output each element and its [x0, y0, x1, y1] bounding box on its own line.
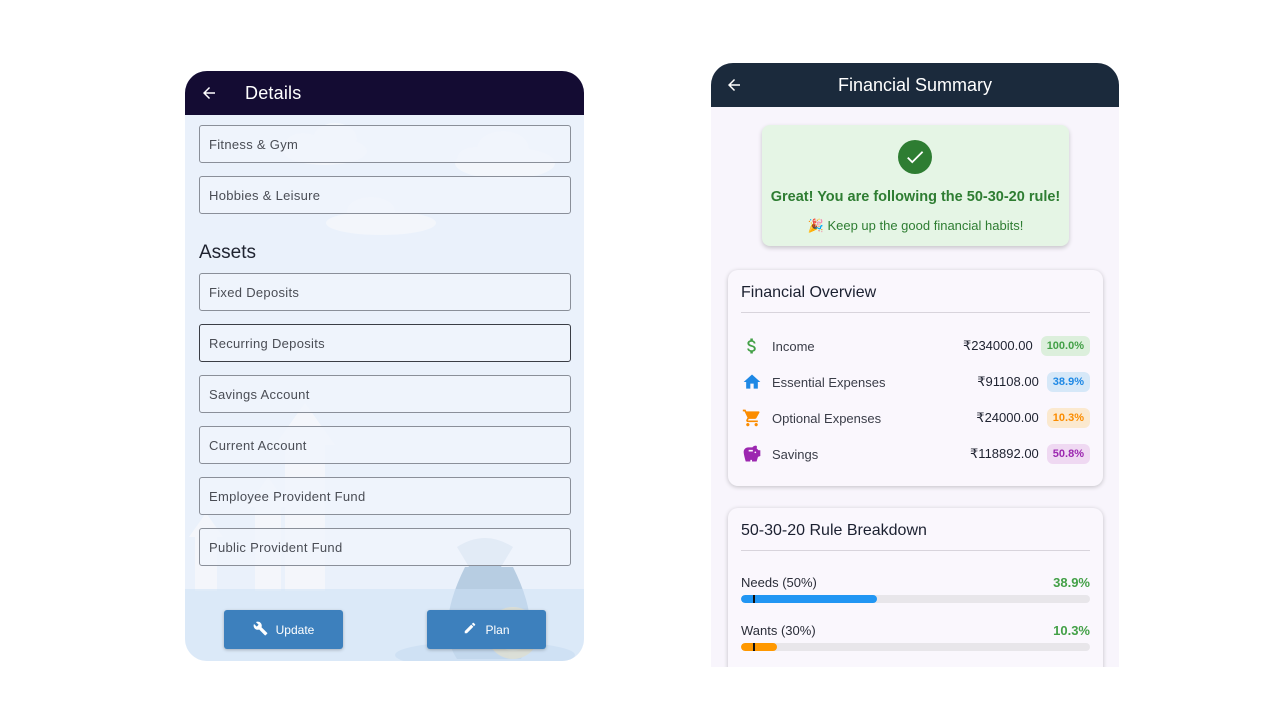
wants-progress-bar	[741, 643, 1090, 651]
plan-label: Plan	[485, 622, 510, 637]
financial-summary-screen: Financial Summary Great! You are followi…	[711, 63, 1119, 667]
app-bar: Financial Summary	[711, 63, 1119, 107]
income-percent-badge: 100.0%	[1040, 336, 1090, 356]
optional-expenses-amount: ₹24000.00	[976, 410, 1039, 425]
financial-overview-card: Financial Overview Income ₹234000.00 100…	[728, 270, 1103, 486]
needs-row: Needs (50%) 38.9%	[741, 572, 1090, 592]
piggy-bank-icon	[741, 443, 763, 465]
wants-row: Wants (30%) 10.3%	[741, 620, 1090, 640]
overview-row-essential: Essential Expenses ₹91108.00 38.9%	[741, 369, 1090, 395]
divider	[741, 550, 1090, 551]
update-label: Update	[275, 622, 315, 637]
recurring-deposits-field[interactable]: Recurring Deposits	[199, 324, 571, 362]
wants-label: Wants (30%)	[741, 622, 816, 638]
savings-percent-badge: 50.8%	[1046, 444, 1090, 464]
plan-button[interactable]: Plan	[427, 610, 546, 649]
hobbies-leisure-field[interactable]: Hobbies & Leisure	[199, 176, 571, 214]
dollar-icon	[741, 335, 763, 357]
breakdown-title: 50-30-20 Rule Breakdown	[741, 522, 927, 539]
check-circle-icon	[898, 140, 932, 174]
wants-percent: 10.3%	[1053, 622, 1090, 638]
savings-account-field[interactable]: Savings Account	[199, 375, 571, 413]
needs-progress-fill	[741, 595, 877, 603]
needs-percent: 38.9%	[1053, 574, 1090, 590]
rule-breakdown-card: 50-30-20 Rule Breakdown Needs (50%) 38.9…	[728, 508, 1103, 667]
app-bar: Details	[185, 71, 584, 115]
income-label: Income	[772, 338, 815, 354]
current-account-field[interactable]: Current Account	[199, 426, 571, 464]
page-title: Details	[245, 82, 302, 103]
details-screen: Details Fitness & Gym Hobbies & Leisure …	[185, 71, 584, 661]
success-card: Great! You are following the 50-30-20 ru…	[762, 125, 1069, 246]
overview-row-optional: Optional Expenses ₹24000.00 10.3%	[741, 405, 1090, 431]
essential-expenses-label: Essential Expenses	[772, 374, 886, 390]
income-amount: ₹234000.00	[962, 338, 1033, 353]
needs-label: Needs (50%)	[741, 574, 817, 590]
wants-target-marker	[753, 643, 756, 651]
essential-percent-badge: 38.9%	[1046, 372, 1090, 392]
fixed-deposits-field[interactable]: Fixed Deposits	[199, 273, 571, 311]
divider	[741, 312, 1090, 313]
public-provident-fund-field[interactable]: Public Provident Fund	[199, 528, 571, 566]
success-title: Great! You are following the 50-30-20 ru…	[770, 189, 1061, 205]
wants-progress-fill	[741, 643, 777, 651]
overview-row-income: Income ₹234000.00 100.0%	[741, 333, 1090, 359]
fitness-gym-field[interactable]: Fitness & Gym	[199, 125, 571, 163]
pencil-icon	[463, 621, 477, 638]
essential-expenses-amount: ₹91108.00	[977, 374, 1039, 389]
update-button[interactable]: Update	[224, 610, 343, 649]
overview-row-savings: Savings ₹118892.00 50.8%	[741, 441, 1090, 467]
back-arrow-icon[interactable]	[187, 71, 231, 115]
savings-amount: ₹118892.00	[970, 446, 1039, 461]
assets-section-title: Assets	[199, 242, 257, 263]
needs-progress-bar	[741, 595, 1090, 603]
employee-provident-fund-field[interactable]: Employee Provident Fund	[199, 477, 571, 515]
page-title: Financial Summary	[837, 75, 993, 95]
home-icon	[741, 371, 763, 393]
needs-target-marker	[753, 595, 756, 603]
cart-icon	[741, 407, 763, 429]
optional-percent-badge: 10.3%	[1046, 408, 1090, 428]
optional-expenses-label: Optional Expenses	[772, 410, 882, 426]
overview-title: Financial Overview	[741, 284, 877, 301]
success-subtitle: 🎉 Keep up the good financial habits!	[807, 218, 1024, 233]
wrench-icon	[253, 621, 268, 639]
savings-label: Savings	[772, 446, 819, 462]
